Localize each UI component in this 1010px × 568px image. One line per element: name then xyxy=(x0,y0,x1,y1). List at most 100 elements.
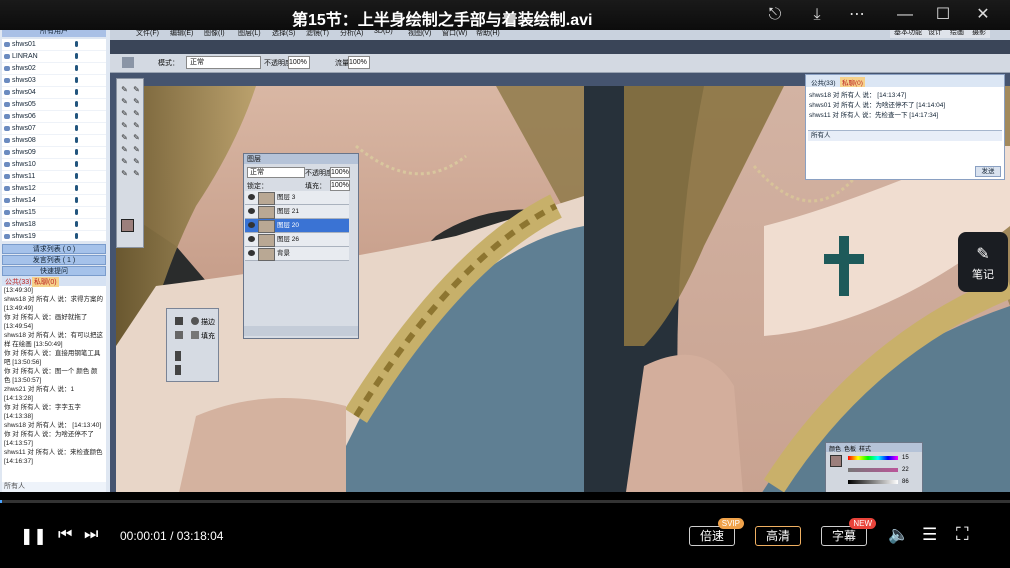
next-icon[interactable]: ⏭ xyxy=(84,526,98,544)
user-row[interactable]: shws04 xyxy=(2,87,106,99)
fill-icon[interactable] xyxy=(191,331,199,339)
user-row[interactable]: shws11 xyxy=(2,171,106,183)
tool-icon[interactable]: ✎ xyxy=(120,157,129,166)
tool-icon[interactable]: ✎ xyxy=(132,133,141,142)
chat-tab-private[interactable]: 私聊(0) xyxy=(32,277,59,287)
play-icon[interactable] xyxy=(175,331,183,339)
request-list-button[interactable]: 请求列表 ( 0 ) xyxy=(2,244,106,254)
user-row[interactable]: shws06 xyxy=(2,111,106,123)
speed-button[interactable]: 倍速 SVIP xyxy=(689,518,744,546)
fast-question-button[interactable]: 快速提问 xyxy=(2,266,106,276)
chat-dialog-tab-private[interactable]: 私聊(0) xyxy=(840,77,865,87)
fill-input[interactable]: 100% xyxy=(330,180,350,191)
hue-slider[interactable] xyxy=(848,456,898,460)
fullscreen-icon[interactable]: ⛶ xyxy=(956,524,969,545)
sat-value[interactable]: 22 xyxy=(902,467,909,473)
eye-icon[interactable] xyxy=(248,194,255,200)
tool-icon[interactable]: ✎ xyxy=(120,97,129,106)
mode-select[interactable]: 正常 xyxy=(186,56,261,69)
layer-row[interactable]: 图层 21 xyxy=(245,205,349,219)
user-row[interactable]: shws15 xyxy=(2,207,106,219)
tool-icon[interactable]: ✎ xyxy=(132,109,141,118)
opacity-input[interactable]: 100% xyxy=(288,56,310,69)
user-row[interactable]: shws08 xyxy=(2,135,106,147)
tool-icon[interactable]: ✎ xyxy=(120,85,129,94)
user-row[interactable]: shws01 xyxy=(2,39,106,51)
tool-icon[interactable]: ✎ xyxy=(132,145,141,154)
user-row[interactable]: shws03 xyxy=(2,75,106,87)
flow-input[interactable]: 100% xyxy=(348,56,370,69)
user-row[interactable]: shws07 xyxy=(2,123,106,135)
swatches-tab[interactable]: 色板 xyxy=(844,444,856,453)
user-list[interactable]: shws01 LINRAN shws02 shws03 shws04 shws05 shws… xyxy=(2,39,106,241)
hue-value[interactable]: 15 xyxy=(902,455,909,461)
user-row[interactable]: shws10 xyxy=(2,159,106,171)
progress-bar[interactable] xyxy=(0,500,1010,503)
download-icon[interactable]: ⤓ xyxy=(806,5,828,25)
layer-row[interactable]: 图层 20 xyxy=(245,219,349,233)
maximize-icon[interactable]: ☐ xyxy=(932,5,954,25)
bright-slider[interactable] xyxy=(848,480,898,484)
tool-icon[interactable]: ✎ xyxy=(120,109,129,118)
user-row[interactable]: shws05 xyxy=(2,99,106,111)
chat-input[interactable]: 所有人 xyxy=(2,482,106,492)
color-tab[interactable]: 颜色 xyxy=(829,444,841,453)
send-button[interactable]: 发送 xyxy=(975,166,1001,177)
chat-message: 你 对 所有人 说：画好就拖了 [13:49:54] xyxy=(4,314,88,330)
tool-icon[interactable]: ✎ xyxy=(120,169,129,178)
tool-icon[interactable]: ✎ xyxy=(132,85,141,94)
chat-tab-public[interactable]: 公共(33) xyxy=(5,277,31,287)
stroke-icon[interactable] xyxy=(175,317,183,325)
bright-value[interactable]: 86 xyxy=(902,479,909,485)
sat-slider[interactable] xyxy=(848,468,898,472)
eye-icon[interactable] xyxy=(248,208,255,214)
layer-row[interactable]: 图层 26 xyxy=(245,233,349,247)
user-row[interactable]: shws14 xyxy=(2,195,106,207)
previous-icon[interactable]: ⏮ xyxy=(58,526,72,544)
recipient-label[interactable]: 所有人 xyxy=(808,132,831,139)
pause-icon[interactable]: ❚❚ xyxy=(20,526,47,546)
user-row[interactable]: shws19 xyxy=(2,231,106,241)
quality-button[interactable]: 高清 xyxy=(755,526,801,546)
more-icon[interactable]: ⋯ xyxy=(846,5,868,25)
eye-icon[interactable] xyxy=(248,250,255,256)
eye-icon[interactable] xyxy=(248,236,255,242)
tool-icon[interactable]: ✎ xyxy=(132,97,141,106)
tool-icon[interactable]: ✎ xyxy=(120,133,129,142)
tool-icon[interactable]: ✎ xyxy=(120,145,129,154)
user-row[interactable]: shws18 xyxy=(2,219,106,231)
chat-dialog-input[interactable] xyxy=(808,142,1002,166)
brush-icon[interactable] xyxy=(122,57,134,68)
chat-dialog-tab-public[interactable]: 公共(33) xyxy=(811,77,836,87)
note-widget[interactable]: ✎ 笔记 xyxy=(958,232,1008,292)
user-row[interactable]: shws12 xyxy=(2,183,106,195)
subtitle-button[interactable]: 字幕 NEW xyxy=(821,518,876,546)
blend-mode-select[interactable]: 正常 xyxy=(247,167,305,178)
tool-icon[interactable]: ✎ xyxy=(132,121,141,130)
layer-opacity-input[interactable]: 100% xyxy=(330,167,350,178)
user-row[interactable]: shws09 xyxy=(2,147,106,159)
dodge-icon[interactable] xyxy=(191,317,199,325)
volume-icon[interactable]: 🔈 xyxy=(888,525,909,545)
close-icon[interactable]: ✕ xyxy=(972,5,994,25)
layer-row[interactable]: 背景 xyxy=(245,247,349,261)
tool-icon[interactable]: ✎ xyxy=(132,169,141,178)
playlist-icon[interactable]: ☰ xyxy=(922,525,937,545)
user-row[interactable]: shws02 xyxy=(2,63,106,75)
text-tool-icon[interactable] xyxy=(175,351,181,361)
minimize-icon[interactable]: — xyxy=(894,5,916,25)
speaker-list-button[interactable]: 发言列表 ( 1 ) xyxy=(2,255,106,265)
video-frame[interactable]: 用户 文档 所有用户 shws01LINRANshws02shws03shws0… xyxy=(0,14,1010,492)
tool-icon[interactable]: ✎ xyxy=(120,121,129,130)
share-icon[interactable]: ⎋ xyxy=(764,5,786,25)
user-row[interactable]: LINRAN xyxy=(2,51,106,63)
foreground-swatch[interactable] xyxy=(830,455,842,467)
chat-dialog-lines: shws18 对 所有人 说： [14:13:47] shws01 对 所有人 说… xyxy=(809,91,999,121)
foreground-color-swatch[interactable] xyxy=(121,219,134,232)
eye-icon[interactable] xyxy=(248,222,255,228)
paragraph-icon[interactable] xyxy=(175,365,181,375)
chat-message: shws18 对 所有人 说： [14:13:40] xyxy=(4,422,102,429)
layer-row[interactable]: 图层 3 xyxy=(245,191,349,205)
styles-tab[interactable]: 样式 xyxy=(859,444,871,453)
tool-icon[interactable]: ✎ xyxy=(132,157,141,166)
